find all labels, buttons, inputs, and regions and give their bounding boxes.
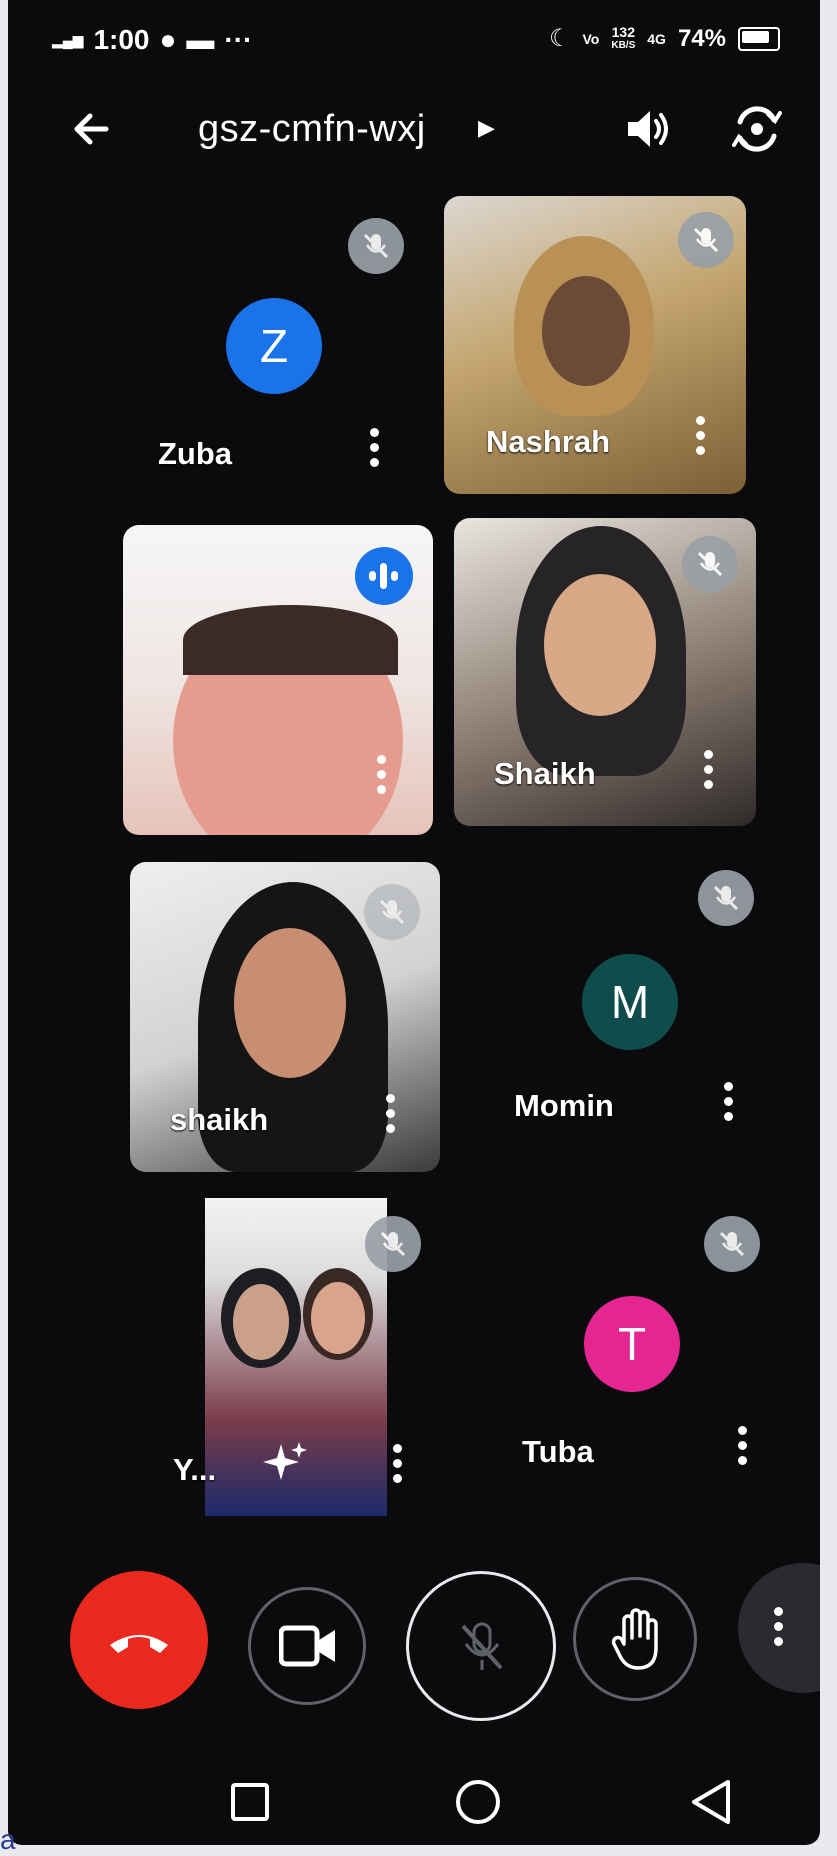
flip-camera-icon[interactable]: [728, 100, 786, 158]
participant-tile-shaikh-2[interactable]: shaikh: [130, 862, 440, 1172]
participant-tile-zuba[interactable]: Z Zuba: [118, 200, 423, 490]
meeting-top-bar: gsz-cmfn-wxj ▶: [8, 90, 820, 170]
participant-name: Momin: [514, 1088, 614, 1123]
avatar: M: [582, 954, 678, 1050]
more-options-icon[interactable]: [377, 755, 387, 795]
meeting-details-arrow-icon[interactable]: ▶: [478, 115, 495, 141]
do-not-disturb-icon: ☾: [548, 25, 571, 52]
participant-name: Nashrah: [486, 424, 611, 459]
camera-toggle-button[interactable]: [248, 1587, 366, 1705]
participant-tile-momin[interactable]: M Momin: [468, 862, 768, 1162]
participant-tile-shaikh[interactable]: Shaikh: [454, 518, 756, 826]
more-options-icon[interactable]: [704, 750, 714, 790]
message-icon: ▬: [186, 24, 215, 55]
more-notifications-icon: ···: [224, 24, 253, 55]
phone-screen: ▂▄▆ 1:00 ● ▬ ··· ☾ Vo 132 KB/S 4G 74% gs…: [8, 0, 820, 1845]
end-call-icon: [110, 1635, 168, 1653]
speaker-icon[interactable]: [620, 102, 674, 156]
mic-off-icon: [348, 218, 404, 274]
avatar: Z: [226, 298, 322, 394]
participant-tile-y[interactable]: Y...: [133, 1198, 443, 1516]
mic-off-icon: [364, 884, 420, 940]
avatar: T: [584, 1296, 680, 1392]
video-camera-icon: [279, 1625, 335, 1667]
more-options-icon[interactable]: [738, 1426, 748, 1466]
more-options-icon[interactable]: [724, 1082, 734, 1122]
mic-off-icon: [678, 212, 734, 268]
mic-off-icon: [704, 1216, 760, 1272]
meeting-code[interactable]: gsz-cmfn-wxj: [198, 108, 426, 151]
end-call-button[interactable]: [70, 1571, 208, 1709]
mic-off-icon: [698, 870, 754, 926]
more-options-icon[interactable]: [393, 1444, 403, 1484]
participant-name: Tuba: [522, 1434, 594, 1469]
participant-name: Zuba: [158, 436, 233, 471]
battery-icon: [738, 26, 780, 51]
more-vert-icon: [774, 1607, 784, 1647]
sparkle-effects-icon[interactable]: [261, 1438, 309, 1486]
home-circle-icon[interactable]: [454, 1778, 502, 1826]
raise-hand-icon: [611, 1608, 658, 1670]
notification-icon: ●: [159, 24, 177, 55]
more-options-icon[interactable]: [386, 1094, 396, 1134]
participant-tile-speaking[interactable]: [123, 525, 433, 835]
signal-icon: ▂▄▆: [52, 32, 84, 48]
back-triangle-icon[interactable]: [688, 1778, 734, 1826]
network-type: 4G: [647, 30, 666, 47]
mic-off-icon: [365, 1216, 421, 1272]
back-arrow-icon[interactable]: [66, 104, 116, 154]
participant-name: Y...: [173, 1452, 217, 1487]
status-bar: ▂▄▆ 1:00 ● ▬ ··· ☾ Vo 132 KB/S 4G 74%: [52, 18, 780, 62]
more-options-icon[interactable]: [696, 416, 706, 456]
mic-off-icon: [461, 1622, 503, 1670]
more-options-icon[interactable]: [370, 428, 380, 468]
more-options-button[interactable]: [738, 1563, 820, 1693]
participant-tile-nashrah[interactable]: Nashrah: [444, 196, 746, 494]
participant-name: Shaikh: [494, 756, 596, 791]
volte-icon: Vo: [582, 30, 600, 47]
raise-hand-button[interactable]: [573, 1577, 697, 1701]
paper-background-letter: a: [0, 1824, 16, 1855]
participant-name: shaikh: [170, 1102, 269, 1137]
status-time: 1:00: [93, 24, 150, 55]
participant-tile-tuba[interactable]: T Tuba: [470, 1198, 770, 1516]
recents-square-icon[interactable]: [230, 1782, 270, 1822]
android-nav-bar: [8, 1770, 820, 1840]
call-controls: [8, 1555, 820, 1735]
battery-percent: 74%: [677, 24, 726, 52]
speaking-indicator-icon: [355, 547, 413, 605]
mic-off-icon: [682, 536, 738, 592]
microphone-toggle-button[interactable]: [406, 1571, 556, 1721]
net-speed: 132 KB/S: [611, 23, 636, 51]
